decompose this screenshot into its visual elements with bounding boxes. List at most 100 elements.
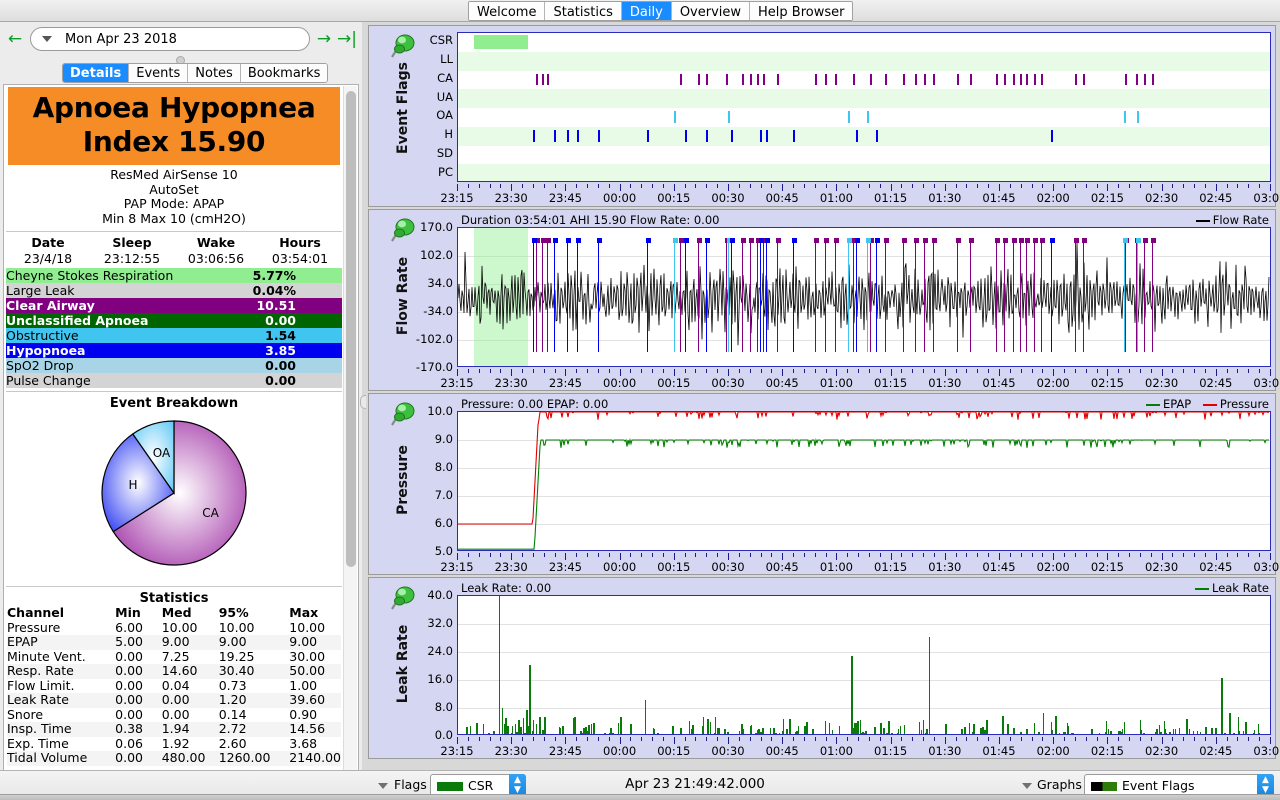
plot-pressure[interactable] xyxy=(457,411,1271,551)
event-flag-mark-ca[interactable] xyxy=(1144,73,1147,86)
event-flag-mark-ca[interactable] xyxy=(996,73,999,86)
event-flag-mark-h[interactable] xyxy=(760,129,763,142)
chevron-down-icon[interactable] xyxy=(42,36,52,42)
tab-welcome[interactable]: Welcome xyxy=(469,2,546,20)
event-flag-mark-ca[interactable] xyxy=(1152,73,1155,86)
event-flag-mark-ca[interactable] xyxy=(815,73,818,86)
plot-leak-rate[interactable] xyxy=(457,595,1271,735)
event-flag-mark-h[interactable] xyxy=(566,129,569,142)
event-flag-mark-ca[interactable] xyxy=(725,73,728,86)
event-flag-mark-ca[interactable] xyxy=(705,73,708,86)
next-day-icon[interactable]: → xyxy=(313,29,335,49)
event-flag-mark-h[interactable] xyxy=(532,129,535,142)
event-flag-bar-csr[interactable] xyxy=(474,35,528,49)
event-flag-mark-ca[interactable] xyxy=(933,73,936,86)
event-flag-mark-oa[interactable] xyxy=(1136,111,1139,123)
event-flag-mark-h[interactable] xyxy=(577,129,580,142)
event-flag-mark-ca[interactable] xyxy=(749,73,752,86)
event-flag-mark-ca[interactable] xyxy=(915,73,918,86)
event-flag-mark-oa[interactable] xyxy=(847,111,850,123)
event-flag-mark-ca[interactable] xyxy=(535,73,538,86)
event-flag-mark-h[interactable] xyxy=(765,129,768,142)
event-flag-mark-ca[interactable] xyxy=(1136,73,1139,86)
last-day-icon[interactable]: →| xyxy=(336,29,358,49)
event-flag-mark-h[interactable] xyxy=(553,129,556,142)
event-flag-mark-ca[interactable] xyxy=(1083,73,1086,86)
event-flag-mark-ca[interactable] xyxy=(1075,73,1078,86)
plot-flow-rate[interactable] xyxy=(457,227,1271,367)
stats-cell: 0.00 xyxy=(115,677,143,693)
flow-event-cap-h xyxy=(729,238,735,243)
col-wake: Wake xyxy=(196,235,236,250)
scrollbar-thumb[interactable] xyxy=(346,91,356,567)
leak-rate-bar xyxy=(903,724,906,734)
flow-rate-waveform xyxy=(458,242,1270,346)
event-flag-mark-ca[interactable] xyxy=(679,73,682,86)
table-row[interactable]: SpO2 Drop 0.00 xyxy=(6,358,342,373)
event-flag-mark-h[interactable] xyxy=(1050,129,1053,142)
event-flag-mark-ca[interactable] xyxy=(1004,73,1007,86)
event-flag-mark-oa[interactable] xyxy=(673,111,676,123)
event-flag-mark-ca[interactable] xyxy=(825,73,828,86)
event-flag-mark-h[interactable] xyxy=(730,129,733,142)
leak-rate-bar xyxy=(775,733,777,734)
event-flag-mark-ca[interactable] xyxy=(956,73,959,86)
event-flag-mark-h[interactable] xyxy=(597,129,600,142)
subtab-events[interactable]: Events xyxy=(129,64,189,82)
tab-overview[interactable]: Overview xyxy=(671,2,751,20)
chevron-down-icon[interactable] xyxy=(1022,783,1032,789)
event-flag-mark-h[interactable] xyxy=(876,129,879,142)
table-row[interactable]: Obstructive 1.54 xyxy=(6,328,342,343)
event-flag-mark-ca[interactable] xyxy=(742,73,745,86)
event-flag-mark-h[interactable] xyxy=(855,129,858,142)
table-row[interactable]: Unclassified Apnoea 0.00 xyxy=(6,313,342,328)
stats-cell: 0.00 xyxy=(115,706,143,722)
event-flag-mark-h[interactable] xyxy=(793,129,796,142)
plot-event-flags[interactable] xyxy=(457,32,1271,182)
event-flag-mark-ca[interactable] xyxy=(885,73,888,86)
table-row[interactable]: Clear Airway 10.51 xyxy=(6,298,342,313)
event-flag-mark-ca[interactable] xyxy=(1019,73,1022,86)
date-selector[interactable]: Mon Apr 23 2018 xyxy=(30,27,310,51)
tab-statistics[interactable]: Statistics xyxy=(545,2,622,20)
event-flag-mark-h[interactable] xyxy=(705,129,708,142)
table-row[interactable]: Pulse Change 0.00 xyxy=(6,373,342,388)
table-row[interactable]: Cheyne Stokes Respiration 5.77% xyxy=(6,268,342,283)
leak-rate-bar xyxy=(1164,729,1167,734)
event-flag-mark-ca[interactable] xyxy=(834,73,837,86)
details-scrollbar[interactable] xyxy=(343,86,357,800)
event-flag-mark-ca[interactable] xyxy=(541,73,544,86)
leak-rate-bar xyxy=(1215,727,1217,734)
event-flag-mark-ca[interactable] xyxy=(1026,73,1029,86)
event-flag-mark-ca[interactable] xyxy=(924,73,927,86)
event-flag-mark-ca[interactable] xyxy=(902,73,905,86)
event-flag-mark-ca[interactable] xyxy=(1041,73,1044,86)
event-flag-mark-oa[interactable] xyxy=(867,111,870,123)
event-flag-mark-h[interactable] xyxy=(647,129,650,142)
tab-help-browser[interactable]: Help Browser xyxy=(750,2,853,20)
previous-day-icon[interactable]: ← xyxy=(4,29,26,49)
table-row[interactable]: Hypopnoea 3.85 xyxy=(6,343,342,358)
event-flag-mark-h[interactable] xyxy=(685,129,688,142)
event-flag-mark-ca[interactable] xyxy=(763,73,766,86)
subtab-details[interactable]: Details xyxy=(63,64,130,82)
event-flag-mark-ca[interactable] xyxy=(1033,73,1036,86)
tab-daily[interactable]: Daily xyxy=(621,2,672,20)
event-flag-mark-ca[interactable] xyxy=(1012,73,1015,86)
event-flag-mark-ca[interactable] xyxy=(756,73,759,86)
event-flag-mark-oa[interactable] xyxy=(1123,111,1126,123)
event-flag-mark-ca[interactable] xyxy=(969,73,972,86)
event-flag-mark-ca[interactable] xyxy=(1125,73,1128,86)
subtab-bookmarks[interactable]: Bookmarks xyxy=(240,64,328,82)
flow-event-marker-ca xyxy=(756,238,758,352)
main-tab-bar: Welcome Statistics Daily Overview Help B… xyxy=(0,0,1280,22)
event-flag-mark-oa[interactable] xyxy=(727,111,730,123)
event-flag-mark-ca[interactable] xyxy=(547,73,550,86)
event-flag-mark-ca[interactable] xyxy=(869,73,872,86)
event-flag-mark-ca[interactable] xyxy=(777,73,780,86)
subtab-notes[interactable]: Notes xyxy=(188,64,241,82)
event-flag-mark-ca[interactable] xyxy=(698,73,701,86)
table-row[interactable]: Large Leak 0.04% xyxy=(6,283,342,298)
event-flag-mark-ca[interactable] xyxy=(852,73,855,86)
chevron-down-icon[interactable] xyxy=(378,783,388,789)
